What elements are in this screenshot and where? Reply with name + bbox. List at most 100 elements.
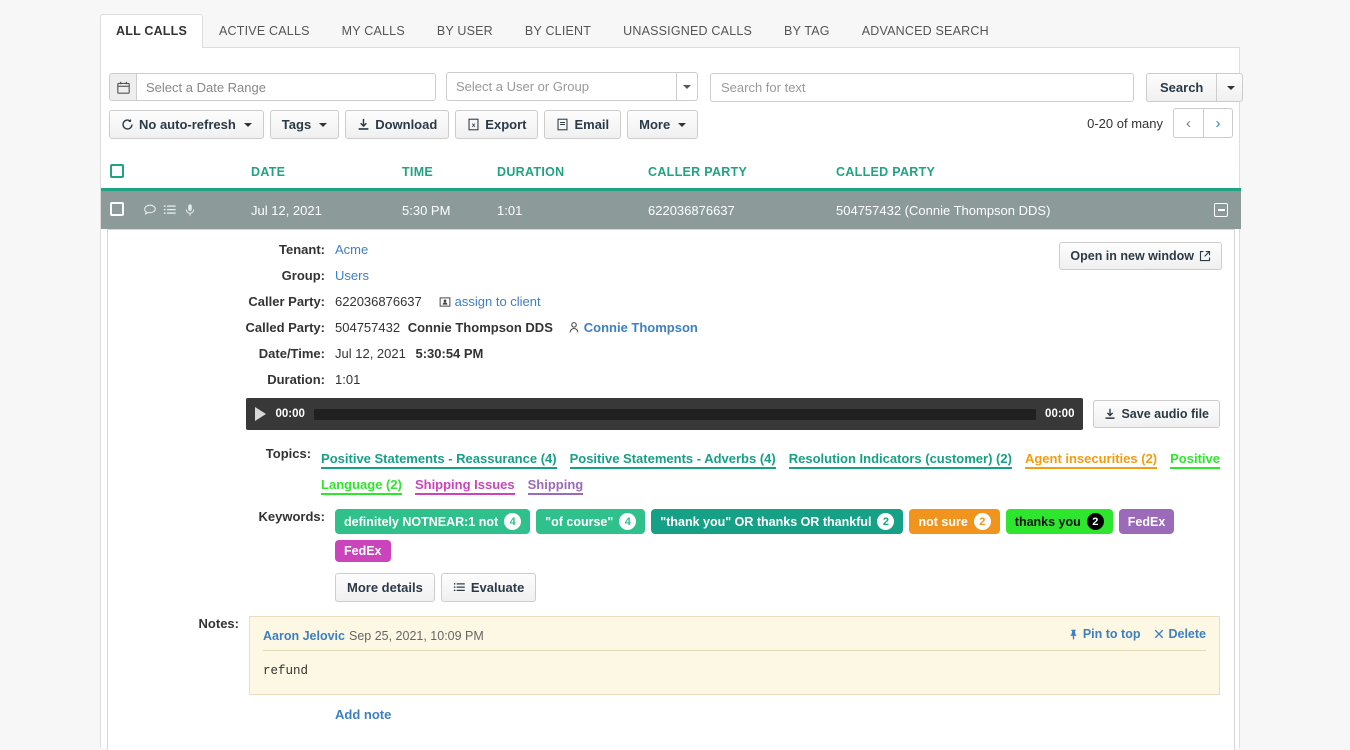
svg-text:x: x: [472, 122, 476, 129]
user-group-select[interactable]: [446, 72, 698, 101]
add-note-link[interactable]: Add note: [335, 707, 391, 722]
keywords-label: Keywords:: [258, 509, 325, 524]
keyword-label: "of course": [545, 514, 614, 529]
group-link[interactable]: Users: [335, 268, 369, 283]
tab-my-calls[interactable]: MY CALLS: [326, 14, 421, 48]
topic-link[interactable]: Positive Statements - Adverbs (4): [569, 451, 776, 469]
assign-to-client-link[interactable]: assign to client: [455, 294, 541, 309]
keyword-count: 2: [1086, 513, 1104, 530]
tags-label: Tags: [281, 117, 312, 132]
keyword-label: FedEx: [1127, 514, 1166, 529]
tab-by-user[interactable]: BY USER: [421, 14, 509, 48]
keyword-label: not sure: [918, 514, 968, 529]
tags-button[interactable]: Tags: [269, 110, 340, 139]
topic-link[interactable]: Positive Statements - Reassurance (4): [321, 451, 557, 469]
more-label: More: [639, 117, 671, 132]
topic-link[interactable]: Shipping Issues: [414, 477, 515, 495]
email-button[interactable]: Email: [544, 110, 622, 139]
contact-card-icon: [439, 296, 451, 308]
tab-all-calls[interactable]: ALL CALLS: [100, 14, 204, 48]
evaluate-label: Evaluate: [470, 580, 525, 595]
search-button-label: Search: [1160, 80, 1204, 95]
detail-row-buttons: More details Evaluate: [108, 573, 1234, 602]
column-header-called-party[interactable]: CALLED PARTY: [836, 165, 1241, 179]
keywords-list: definitely NOTNEAR:1 not 4 "of course" 4…: [335, 509, 1234, 562]
microphone-icon[interactable]: [183, 203, 197, 217]
keyword-count: 2: [877, 513, 895, 530]
keyword-badge[interactable]: definitely NOTNEAR:1 not 4: [335, 509, 531, 534]
keyword-badge[interactable]: thanks you 2: [1005, 509, 1113, 534]
comment-icon[interactable]: [143, 203, 157, 217]
detail-duration: 1:01: [335, 372, 361, 387]
delete-note-button[interactable]: Delete: [1154, 627, 1206, 641]
tab-advanced-search[interactable]: ADVANCED SEARCH: [846, 14, 1005, 48]
export-button[interactable]: x Export: [455, 110, 539, 139]
filter-bar: Search No auto-refresh Tags: [101, 48, 1244, 139]
chevron-down-icon[interactable]: [676, 72, 698, 101]
search-button-group: Search: [1146, 73, 1244, 102]
search-input[interactable]: [710, 73, 1134, 102]
called-party-number: 504757432: [335, 320, 401, 335]
auto-refresh-button[interactable]: No auto-refresh: [109, 110, 264, 139]
tenant-link[interactable]: Acme: [335, 242, 368, 257]
note-author-link[interactable]: Aaron Jelovic: [263, 629, 345, 643]
player-seek-bar[interactable]: [313, 408, 1037, 420]
keyword-badge[interactable]: not sure 2: [909, 509, 1000, 534]
column-header-time[interactable]: TIME: [402, 165, 497, 179]
column-header-caller-party[interactable]: CALLER PARTY: [648, 165, 836, 179]
search-button[interactable]: Search: [1146, 73, 1217, 102]
date-range-input[interactable]: [136, 73, 436, 101]
keyword-badge[interactable]: FedEx: [1118, 509, 1175, 534]
transcript-list-icon[interactable]: [163, 203, 177, 217]
download-icon: [357, 118, 370, 131]
topics-list: Positive Statements - Reassurance (4) Pos…: [321, 446, 1234, 498]
table-header: DATE TIME DURATION CALLER PARTY CALLED P…: [101, 156, 1241, 191]
topic-link[interactable]: Agent insecurities (2): [1024, 451, 1158, 469]
keyword-badge[interactable]: "thank you" OR thanks OR thankful 2: [651, 509, 904, 534]
download-button[interactable]: Download: [345, 110, 450, 139]
select-all-checkbox[interactable]: [101, 163, 143, 181]
detail-row-topics: Topics: Positive Statements - Reassuranc…: [108, 446, 1234, 498]
column-header-date[interactable]: DATE: [251, 165, 402, 179]
cell-duration: 1:01: [497, 202, 523, 218]
keyword-badge[interactable]: "of course" 4: [536, 509, 646, 534]
play-button[interactable]: [255, 407, 267, 421]
auto-refresh-label: No auto-refresh: [139, 117, 236, 132]
audio-player[interactable]: 00:00 00:00: [246, 398, 1084, 430]
topic-link[interactable]: Resolution Indicators (customer) (2): [788, 451, 1012, 469]
more-button[interactable]: More: [627, 110, 699, 139]
tab-label: BY TAG: [784, 24, 830, 38]
called-party-label: Called Party:: [245, 320, 325, 335]
pin-to-top-button[interactable]: Pin to top: [1068, 627, 1140, 641]
keyword-badge[interactable]: FedEx: [335, 540, 391, 562]
evaluate-button[interactable]: Evaluate: [440, 573, 537, 602]
topic-link[interactable]: Shipping: [527, 477, 584, 495]
notes-label: Notes:: [198, 616, 239, 631]
download-label: Download: [375, 117, 438, 132]
user-group-input[interactable]: [446, 72, 676, 101]
row-checkbox[interactable]: [101, 201, 143, 219]
delete-note-label: Delete: [1168, 627, 1206, 641]
tab-active-calls[interactable]: ACTIVE CALLS: [203, 14, 326, 48]
tab-unassigned-calls[interactable]: UNASSIGNED CALLS: [607, 14, 768, 48]
spreadsheet-icon: x: [467, 118, 480, 131]
more-details-button[interactable]: More details: [335, 573, 435, 602]
call-explorer-page: ALL CALLS ACTIVE CALLS MY CALLS BY USER …: [0, 0, 1350, 750]
prev-page-button[interactable]: ‹: [1173, 108, 1203, 138]
search-options-button[interactable]: [1216, 73, 1244, 102]
open-in-new-window-button[interactable]: Open in new window: [1059, 242, 1222, 270]
buttons-label-spacer: [108, 573, 335, 602]
called-party-contact-link[interactable]: Connie Thompson: [584, 320, 698, 335]
topics-label: Topics:: [265, 446, 312, 461]
tab-by-tag[interactable]: BY TAG: [768, 14, 846, 48]
keyword-label: definitely NOTNEAR:1 not: [344, 514, 499, 529]
column-header-duration[interactable]: DURATION: [497, 165, 648, 179]
table-row[interactable]: Jul 12, 2021 5:30 PM 1:01 622036876637 5…: [101, 191, 1241, 229]
tab-by-client[interactable]: BY CLIENT: [509, 14, 607, 48]
date-range-picker[interactable]: [109, 73, 436, 101]
save-audio-file-button[interactable]: Save audio file: [1093, 400, 1220, 428]
tab-label: BY CLIENT: [524, 24, 592, 38]
next-page-button[interactable]: ›: [1203, 108, 1233, 138]
called-party-name: Connie Thompson DDS: [407, 320, 553, 335]
collapse-row-icon[interactable]: [1214, 203, 1228, 217]
